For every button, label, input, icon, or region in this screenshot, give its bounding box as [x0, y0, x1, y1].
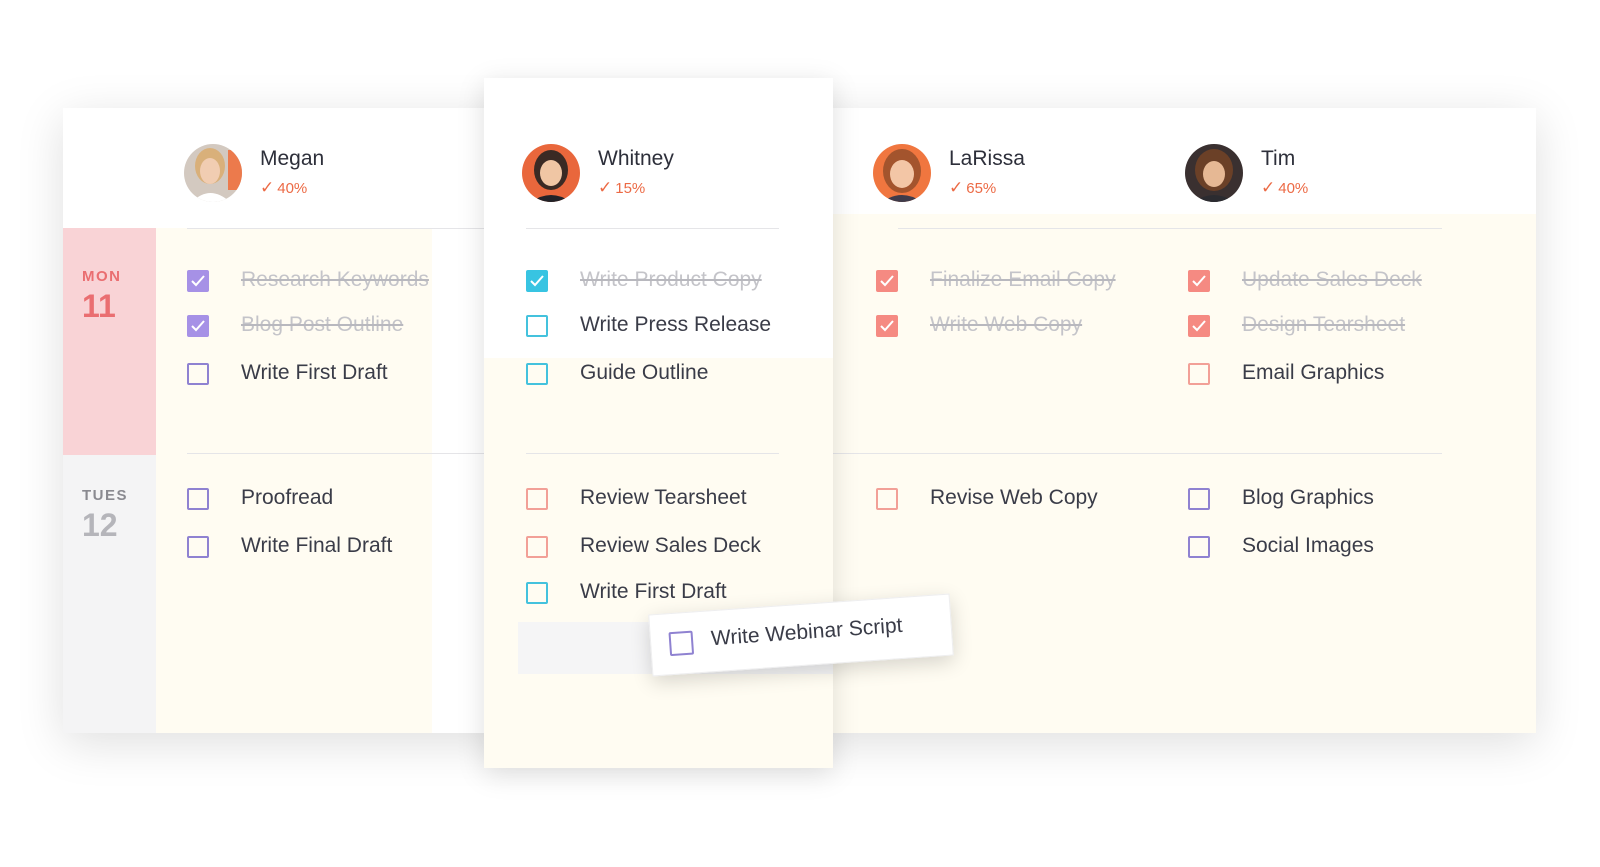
person-name: LaRissa	[949, 147, 1025, 170]
task-label: Review Sales Deck	[580, 534, 761, 557]
task-item[interactable]: Social Images	[1188, 534, 1468, 564]
check-icon	[880, 275, 894, 287]
completion-percent: ✓ 15%	[598, 178, 646, 197]
task-checkbox[interactable]	[187, 363, 209, 385]
task-item[interactable]: Write Web Copy	[876, 313, 1176, 343]
task-checkbox[interactable]	[526, 315, 548, 337]
task-label: Revise Web Copy	[930, 486, 1098, 509]
day-divider	[187, 453, 484, 454]
check-icon: ✓	[260, 178, 275, 197]
task-checkbox[interactable]	[526, 582, 548, 604]
task-item[interactable]: Review Tearsheet	[526, 486, 826, 516]
task-checkbox[interactable]	[526, 536, 548, 558]
avatar-photo-icon	[873, 144, 931, 202]
person-name: Whitney	[598, 147, 674, 170]
task-checkbox[interactable]	[526, 488, 548, 510]
task-item[interactable]: Finalize Email Copy	[876, 268, 1176, 298]
task-checkbox[interactable]	[1188, 488, 1210, 510]
task-item[interactable]: Email Graphics	[1188, 361, 1468, 391]
task-label: Write Press Release	[580, 313, 772, 336]
person-name: Tim	[1261, 147, 1296, 170]
task-label: Design Tearsheet	[1242, 313, 1406, 336]
day-tuesday: TUES 12	[63, 455, 156, 733]
check-icon: ✓	[949, 178, 964, 197]
task-item[interactable]: Update Sales Deck	[1188, 268, 1468, 298]
check-icon	[191, 275, 205, 287]
task-label: Proofread	[241, 486, 334, 509]
day-monday: MON 11	[63, 228, 156, 455]
day-label: TUES	[82, 487, 129, 504]
task-item[interactable]: Write Final Draft	[187, 534, 477, 564]
avatar	[1185, 144, 1243, 202]
task-label: Blog Post Outline	[241, 313, 404, 336]
task-label: Write First Draft	[241, 361, 388, 384]
check-icon: ✓	[598, 178, 613, 197]
check-icon	[1192, 320, 1206, 332]
check-icon	[530, 275, 544, 287]
avatar	[873, 144, 931, 202]
task-label: Finalize Email Copy	[930, 268, 1116, 291]
task-item[interactable]: Write Press Release	[526, 313, 826, 343]
megan-column-tint	[156, 228, 432, 733]
avatar-photo-icon	[1185, 144, 1243, 202]
check-icon	[880, 320, 894, 332]
task-item[interactable]: Guide Outline	[526, 361, 826, 391]
task-label: Write Product Copy	[580, 268, 762, 291]
task-label: Blog Graphics	[1242, 486, 1374, 509]
task-item[interactable]: Research Keywords	[187, 268, 477, 298]
header-divider	[187, 228, 484, 229]
task-label: Email Graphics	[1242, 361, 1385, 384]
task-label: Write Web Copy	[930, 313, 1083, 336]
task-label: Write First Draft	[580, 580, 727, 603]
task-label: Write Final Draft	[241, 534, 393, 557]
task-item[interactable]: Write First Draft	[187, 361, 477, 391]
task-item[interactable]: Design Tearsheet	[1188, 313, 1468, 343]
task-checkbox[interactable]	[668, 630, 695, 657]
check-icon	[1192, 275, 1206, 287]
task-item[interactable]: Revise Web Copy	[876, 486, 1176, 516]
avatar-photo-icon	[522, 144, 580, 202]
task-checkbox[interactable]	[187, 315, 209, 337]
task-label: Update Sales Deck	[1242, 268, 1422, 291]
task-checkbox[interactable]	[1188, 315, 1210, 337]
header-divider	[898, 228, 1442, 229]
task-checkbox[interactable]	[187, 536, 209, 558]
task-checkbox[interactable]	[876, 315, 898, 337]
task-item[interactable]: Blog Post Outline	[187, 313, 477, 343]
day-divider	[833, 453, 1442, 454]
day-number: 12	[82, 507, 118, 543]
day-divider	[526, 453, 779, 454]
task-label: Social Images	[1242, 534, 1374, 557]
header-divider	[526, 228, 779, 229]
task-item[interactable]: Review Sales Deck	[526, 534, 826, 564]
day-number: 11	[82, 288, 116, 324]
avatar	[184, 144, 242, 202]
avatar	[522, 144, 580, 202]
task-checkbox[interactable]	[526, 363, 548, 385]
task-checkbox[interactable]	[187, 270, 209, 292]
task-checkbox[interactable]	[876, 270, 898, 292]
avatar-photo-icon	[184, 144, 242, 202]
check-icon	[191, 320, 205, 332]
task-checkbox[interactable]	[876, 488, 898, 510]
completion-percent: ✓ 40%	[260, 178, 308, 197]
task-label: Review Tearsheet	[580, 486, 747, 509]
day-label: MON	[82, 268, 122, 285]
task-item[interactable]: Write Product Copy	[526, 268, 826, 298]
task-label: Research Keywords	[241, 268, 429, 291]
person-name: Megan	[260, 147, 325, 170]
task-checkbox[interactable]	[1188, 363, 1210, 385]
completion-percent: ✓ 65%	[949, 178, 997, 197]
task-checkbox[interactable]	[1188, 270, 1210, 292]
task-item[interactable]: Proofread	[187, 486, 477, 516]
task-checkbox[interactable]	[1188, 536, 1210, 558]
task-label: Write Webinar Script	[710, 613, 904, 651]
task-item[interactable]: Blog Graphics	[1188, 486, 1468, 516]
task-checkbox[interactable]	[187, 488, 209, 510]
check-icon: ✓	[1261, 178, 1276, 197]
task-label: Guide Outline	[580, 361, 709, 384]
task-checkbox[interactable]	[526, 270, 548, 292]
completion-percent: ✓ 40%	[1261, 178, 1309, 197]
